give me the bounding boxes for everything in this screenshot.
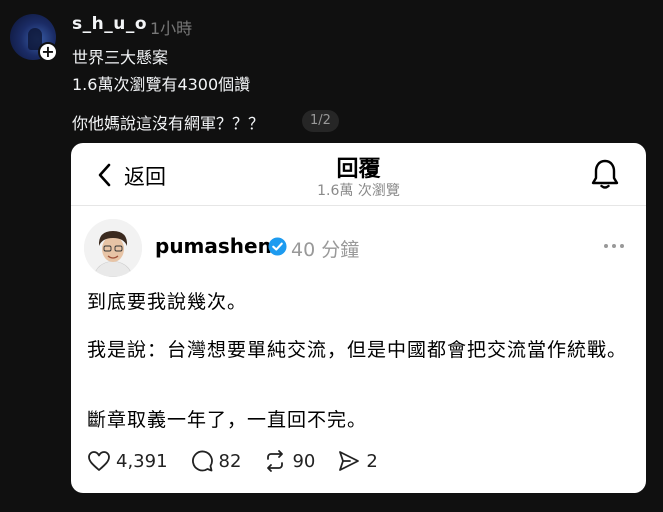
share-count: 2 [366, 450, 378, 472]
screenshot-title: 回覆 [336, 157, 381, 182]
repost-count: 90 [292, 450, 316, 472]
repost-icon [267, 450, 284, 472]
post-time: 1小時 [150, 19, 193, 38]
author-name: pumashen [155, 234, 272, 258]
embedded-screenshot[interactable]: 返回 回覆 1.6萬 次瀏覽 pumashen 40 分鐘 到底要我說幾次。 我… [71, 143, 646, 493]
post-text-line-1: 世界三大懸案 [72, 48, 169, 67]
comment-count: 82 [218, 450, 242, 472]
heart-icon [88, 451, 110, 471]
screenshot-view-count: 1.6萬 次瀏覽 [317, 183, 400, 199]
like-action: 4,391 [87, 449, 168, 473]
action-bar: 4,391 82 90 2 [87, 447, 400, 475]
more-icon [604, 244, 624, 248]
repost-action: 90 [263, 449, 315, 473]
plus-icon[interactable]: + [38, 42, 58, 62]
image-page-indicator: 1/2 [302, 110, 339, 132]
share-action: 2 [337, 449, 378, 473]
bell-icon [591, 159, 619, 189]
poster-avatar[interactable]: + [10, 14, 58, 62]
quoted-paragraph-1: 到底要我說幾次。 [87, 291, 248, 313]
author-avatar [84, 219, 142, 277]
post-text-line-2: 1.6萬次瀏覽有4300個讚 [72, 75, 251, 94]
poster-username[interactable]: s_h_u_o [72, 14, 147, 34]
like-count: 4,391 [116, 450, 168, 472]
share-icon [339, 451, 360, 471]
comment-icon [191, 450, 213, 472]
quoted-paragraph-2: 我是說：台灣想要單純交流，但是中國都會把交流當作統戰。 [87, 339, 628, 361]
quoted-paragraph-3: 斷章取義一年了，一直回不完。 [87, 409, 368, 431]
header-divider [71, 205, 646, 206]
author-post-time: 40 分鐘 [291, 239, 360, 261]
post-text-line-3: 你他媽說這沒有網軍？？？ [72, 114, 265, 133]
verified-badge-icon [268, 237, 287, 256]
comment-action: 82 [190, 449, 242, 473]
